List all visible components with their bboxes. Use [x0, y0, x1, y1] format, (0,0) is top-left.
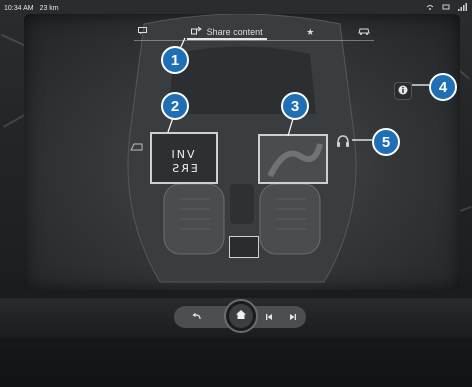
back-icon: [192, 308, 202, 326]
status-range: 23 km: [39, 4, 59, 12]
info-button[interactable]: [394, 82, 412, 100]
seat-icon: [130, 139, 144, 151]
signal-icon: [458, 3, 468, 13]
home-button-inner: [229, 304, 253, 328]
tab-bar: Share content ★: [134, 24, 374, 41]
headphones-icon: [336, 134, 350, 148]
callout-5: 5: [372, 128, 400, 156]
status-time: 10:34 AM: [4, 4, 34, 12]
car-settings-icon: [358, 27, 370, 38]
favorites-tab[interactable]: ★: [302, 27, 318, 38]
callout-1: 1: [161, 46, 189, 74]
connectivity-icon: [442, 3, 450, 13]
screen-text-bottom: ERS: [170, 162, 198, 175]
share-content-tab[interactable]: Share content: [186, 26, 267, 40]
info-icon: [398, 82, 408, 100]
rear-seat-screen[interactable]: [258, 134, 328, 184]
next-track-icon: [289, 308, 297, 326]
home-button[interactable]: [224, 299, 258, 333]
center-console-screen[interactable]: [229, 236, 259, 258]
star-icon: ★: [306, 26, 315, 37]
home-icon: [235, 307, 247, 325]
previous-track-icon: [265, 308, 273, 326]
callout-2: 2: [161, 92, 189, 120]
previous-track-button[interactable]: [258, 306, 280, 328]
car-settings-tab[interactable]: [354, 27, 374, 38]
callout-4: 4: [429, 73, 457, 101]
infotainment-display: 10:34 AM 23 km Share content ★ INV ERS 1…: [0, 0, 472, 387]
back-button[interactable]: [186, 306, 208, 328]
share-content-label: Share content: [206, 26, 263, 37]
map-road-line: [3, 114, 25, 128]
wireless-icon: [426, 3, 434, 13]
screen-text-top: INV: [171, 148, 197, 161]
share-arrow-icon: [190, 26, 203, 37]
front-passenger-screen[interactable]: INV ERS: [150, 132, 218, 184]
rear-screen-content: [260, 136, 326, 182]
chat-tab[interactable]: [134, 27, 151, 37]
callout-3: 3: [281, 92, 309, 120]
next-track-button[interactable]: [282, 306, 304, 328]
chat-icon: [138, 27, 147, 37]
